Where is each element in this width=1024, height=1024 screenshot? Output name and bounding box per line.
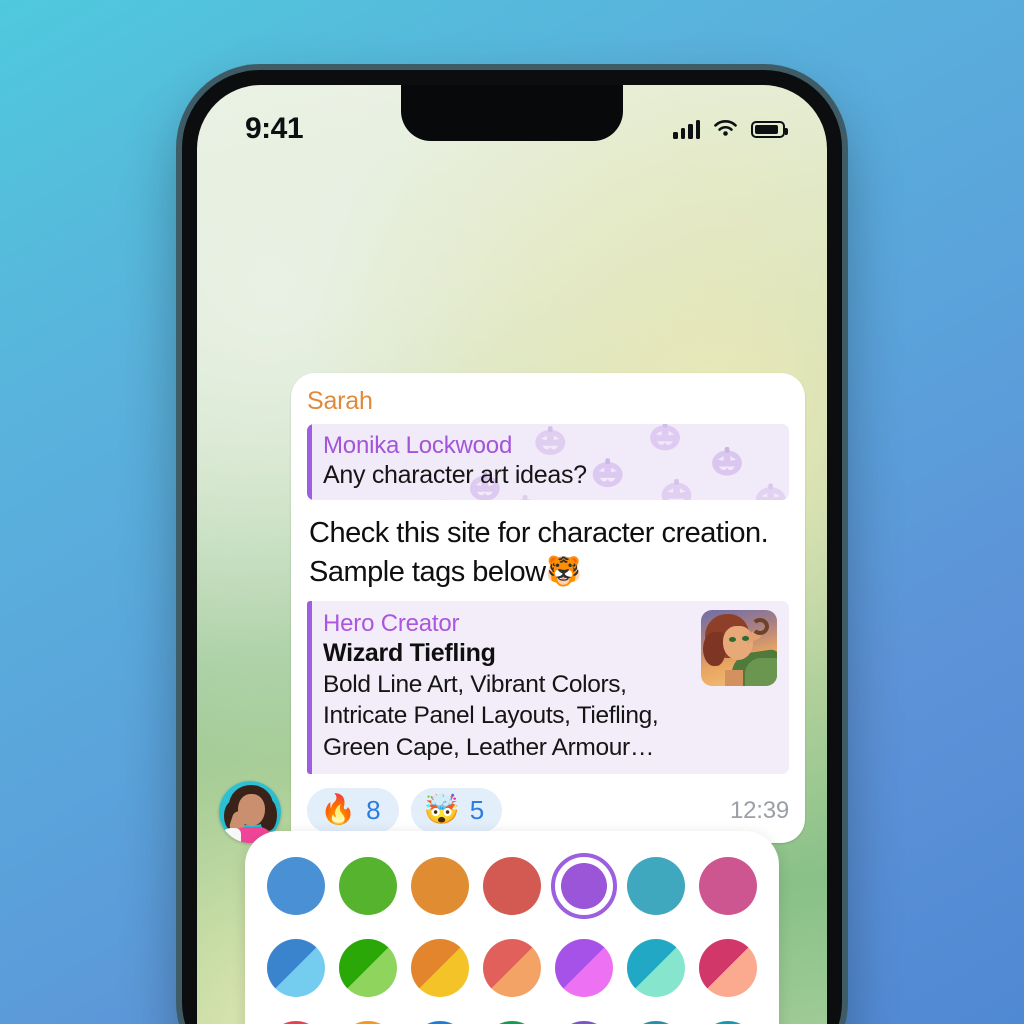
swatch-purple-magenta-fill (555, 939, 613, 997)
tiger-face-emoji: 🐯 (545, 555, 582, 588)
reaction-mind-blown-count: 5 (469, 795, 485, 826)
reply-quote-text: Any character art ideas? (323, 461, 587, 489)
link-preview-text: Hero Creator Wizard Tiefling Bold Line A… (323, 610, 689, 763)
swatch-green-light-green[interactable] (335, 935, 401, 1001)
color-picker-panel[interactable] (245, 831, 779, 1024)
swatch-orange-yellow[interactable] (407, 935, 473, 1001)
reply-quote-name: Monika Lockwood (323, 432, 513, 459)
scene: 9:41 Sarah Monika Lockwood Any character… (0, 0, 1024, 1024)
swatch-teal-mint[interactable] (623, 935, 689, 1001)
message-timestamp: 12:39 (729, 796, 789, 824)
swatch-orange-fill (411, 857, 469, 915)
swatch-red-peach[interactable] (479, 935, 545, 1001)
chat-area: Sarah Monika Lockwood Any character art … (197, 185, 827, 1024)
phone-device: 9:41 Sarah Monika Lockwood Any character… (182, 70, 842, 1024)
swatch-purple-magenta[interactable] (551, 935, 617, 1001)
swatch-pink-fill (699, 857, 757, 915)
swatch-orange[interactable] (407, 853, 473, 919)
status-icons (673, 119, 788, 139)
link-preview-title: Wizard Tiefling (323, 639, 496, 668)
mind-blown-emoji: 🤯 (423, 794, 460, 827)
swatch-yellow-blue-pinwheel[interactable] (407, 1017, 473, 1024)
reaction-fire[interactable]: 🔥 8 (307, 788, 399, 834)
phone-screen: 9:41 Sarah Monika Lockwood Any character… (197, 85, 827, 1024)
swatch-red-fill (483, 857, 541, 915)
cellular-signal-icon (673, 119, 700, 139)
swatch-lime-teal-pinwheel[interactable] (623, 1017, 689, 1024)
swatch-orange-yellow-fill (411, 939, 469, 997)
swatch-teal-fill (627, 857, 685, 915)
swatch-purple[interactable] (551, 853, 617, 919)
swatch-blue-fill (267, 857, 325, 915)
tiefling-character-thumbnail[interactable] (701, 610, 777, 687)
swatch-teal-mint-fill (627, 939, 685, 997)
swatch-blue-light-blue[interactable] (263, 935, 329, 1001)
swatch-blue-red-pinwheel[interactable] (263, 1017, 329, 1024)
swatch-blue[interactable] (263, 853, 329, 919)
swatch-pink[interactable] (695, 853, 761, 919)
notch (401, 85, 623, 141)
two-tone-gradient-row (263, 935, 761, 1001)
link-preview-card[interactable]: Hero Creator Wizard Tiefling Bold Line A… (307, 601, 789, 775)
solid-colors-row (263, 853, 761, 919)
link-preview-description: Bold Line Art, Vibrant Colors, Intricate… (323, 671, 659, 761)
fire-emoji: 🔥 (320, 794, 357, 827)
status-clock: 9:41 (245, 112, 304, 145)
link-preview-site: Hero Creator (323, 610, 460, 638)
swatch-green-orange-pinwheel[interactable] (335, 1017, 401, 1024)
message-text: Check this site for character creation. … (309, 517, 769, 588)
message-bubble[interactable]: Sarah Monika Lockwood Any character art … (291, 373, 805, 844)
swatch-salmon-teal-pinwheel[interactable] (695, 1017, 761, 1024)
swatch-red[interactable] (479, 853, 545, 919)
battery-icon (751, 120, 788, 138)
message-sender-name: Sarah (307, 387, 373, 415)
message-row: Sarah Monika Lockwood Any character art … (219, 373, 805, 844)
swatch-crimson-salmon-fill (699, 939, 757, 997)
pinwheel-row (263, 1017, 761, 1024)
swatch-blue-light-blue-fill (267, 939, 325, 997)
swatch-orange-violet-pinwheel[interactable] (551, 1017, 617, 1024)
wifi-icon (714, 120, 737, 136)
reply-quote[interactable]: Monika Lockwood Any character art ideas? (307, 424, 789, 500)
swatch-crimson-salmon[interactable] (695, 935, 761, 1001)
swatch-red-peach-fill (483, 939, 541, 997)
swatch-green-light-green-fill (339, 939, 397, 997)
reaction-fire-count: 8 (366, 795, 381, 826)
swatch-purple-fill (561, 863, 607, 909)
swatch-red-green-pinwheel[interactable] (479, 1017, 545, 1024)
message-text-block: Check this site for character creation. … (307, 510, 789, 601)
swatch-green-fill (339, 857, 397, 915)
swatch-green[interactable] (335, 853, 401, 919)
reaction-mind-blown[interactable]: 🤯 5 (410, 788, 503, 834)
message-footer: 🔥 8 🤯 5 12:39 (307, 788, 789, 834)
swatch-teal[interactable] (623, 853, 689, 919)
